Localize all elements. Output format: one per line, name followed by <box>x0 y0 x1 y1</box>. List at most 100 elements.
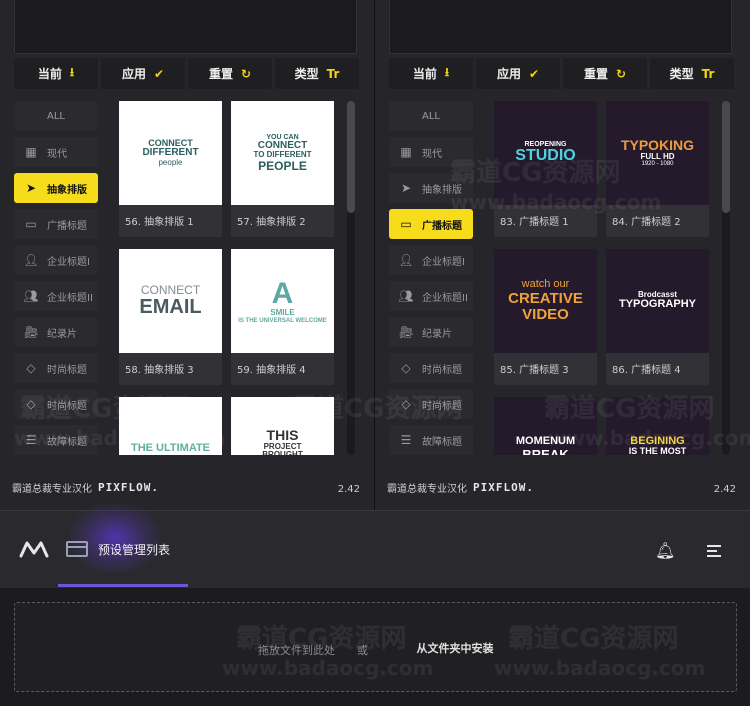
preset-thumbnail: THISPROJECTBROUGHTTO YOU <box>231 397 334 455</box>
text-type-button[interactable]: 类型 Tr <box>275 58 359 89</box>
category-item[interactable]: 👤︎ 企业标题I <box>389 245 473 275</box>
toolbar-button-label: 重置 <box>208 67 233 81</box>
category-item[interactable]: ◇ 时尚标题 <box>389 389 473 419</box>
category-item[interactable]: ◇ 时尚标题 <box>14 389 98 419</box>
check-button[interactable]: 应用 ✔ <box>476 58 560 89</box>
category-label: 抽象排版 <box>47 184 87 196</box>
download-icon: ⭳ <box>444 65 450 79</box>
check-icon: ✔ <box>528 66 540 81</box>
category-item[interactable]: ➤ 抽象排版 <box>14 173 98 203</box>
download-button[interactable]: 当前 ⭳ <box>14 58 98 89</box>
tab-underline <box>58 584 188 587</box>
preset-thumbnail: CONNECT DIFFERENT people <box>119 101 222 205</box>
thumbnail-text: THIS <box>266 427 299 444</box>
preview-area <box>14 0 357 54</box>
check-button[interactable]: 应用 ✔ <box>101 58 185 89</box>
toolbar-button-label: 应用 <box>121 67 146 81</box>
preset-card[interactable]: TYPOKING FULL HD 1920 - 1080 84. 广播标题 2 <box>606 101 709 237</box>
diamond-icon: ◇ <box>401 361 411 375</box>
install-from-folder-button[interactable]: 从文件夹中安装 <box>385 629 525 667</box>
preset-card-label: 83. 广播标题 1 <box>500 217 569 228</box>
thumbnail-text: BROUGHT <box>262 450 303 455</box>
preset-card[interactable]: watch our CREATIVE VIDEO 85. 广播标题 3 <box>494 249 597 385</box>
download-button[interactable]: 当前 ⭳ <box>389 58 473 89</box>
menu-icon[interactable] <box>707 545 721 557</box>
preset-card[interactable]: REOPENING STUDIO 83. 广播标题 1 <box>494 101 597 237</box>
category-item[interactable]: ALL <box>14 101 98 131</box>
panel-footer: 霸道总裁专业汉化 PIXFLOW. <box>12 480 159 495</box>
preset-card[interactable]: CONNECT EMAIL 58. 抽象排版 3 <box>119 249 222 385</box>
preset-thumbnail: TYPOKING FULL HD 1920 - 1080 <box>606 101 709 205</box>
preset-card[interactable]: BEGININGIS THE MOSTIMPORTANT PART OF THE <box>606 397 709 455</box>
bell-icon[interactable]: 🔔︎ <box>655 541 675 560</box>
drop-zone[interactable]: 拖放文件到此处 或 从文件夹中安装 <box>14 602 737 692</box>
camera-icon: 🎥︎ <box>398 325 414 339</box>
category-item[interactable]: ☰ 故障标题 <box>14 425 98 455</box>
preset-card[interactable]: YOU CAN CONNECT TO DIFFERENT PEOPLE 57. 抽象排版… <box>231 101 334 237</box>
category-label: 企业标题II <box>47 292 93 304</box>
preset-thumbnail: BEGININGIS THE MOSTIMPORTANT PART OF THE <box>606 397 709 455</box>
preset-card[interactable]: MOMENUM BREAK <box>494 397 597 455</box>
category-label: 纪录片 <box>47 328 77 340</box>
category-item[interactable]: 🎥︎ 纪录片 <box>14 317 98 347</box>
credit-text: 霸道总裁专业汉化 <box>387 484 467 495</box>
toolbar: 当前 ⭳ 应用 ✔ 重置 ↻ 类型 Tr <box>389 58 750 89</box>
version-label: 2.42 <box>337 484 360 495</box>
preset-card[interactable]: THISPROJECTBROUGHTTO YOU <box>231 397 334 455</box>
category-label: 现代 <box>47 148 67 160</box>
thumbnail-text: THE ULTIMATE <box>130 442 211 455</box>
pixflow-logo: PIXFLOW. <box>98 481 159 494</box>
thumbnail-text: BREAK <box>522 446 569 455</box>
preview-area <box>389 0 732 54</box>
panel-footer: 霸道总裁专业汉化 PIXFLOW. <box>387 480 534 495</box>
text-type-icon: Tr <box>326 66 340 81</box>
category-item[interactable]: 🎥︎ 纪录片 <box>389 317 473 347</box>
glitch-icon: ☰ <box>25 433 37 447</box>
category-item[interactable]: 👤︎ 企业标题I <box>14 245 98 275</box>
modern-icon: ▦ <box>25 145 37 159</box>
card-icon <box>66 541 88 557</box>
category-label: ALL <box>422 110 440 122</box>
text-type-button[interactable]: 类型 Tr <box>650 58 734 89</box>
grid-scrollbar[interactable] <box>722 101 730 455</box>
category-item[interactable]: ALL <box>389 101 473 131</box>
category-item[interactable]: ▭ 广播标题 <box>14 209 98 239</box>
bottom-bar: 预设管理列表 🔔︎ <box>0 503 750 588</box>
category-item[interactable]: ➤ 抽象排版 <box>389 173 473 203</box>
category-item[interactable]: ▭ 广播标题 <box>389 209 473 239</box>
category-item[interactable]: 👥︎ 企业标题II <box>389 281 473 311</box>
category-label: 抽象排版 <box>422 184 462 196</box>
category-item[interactable]: ◇ 时尚标题 <box>389 353 473 383</box>
category-label: 时尚标题 <box>422 400 462 412</box>
tv-icon: ▭ <box>400 217 412 231</box>
category-item[interactable]: ☰ 故障标题 <box>389 425 473 455</box>
refresh-button[interactable]: 重置 ↻ <box>563 58 647 89</box>
drop-zone-text: 拖放文件到此处 <box>258 644 335 657</box>
preset-panel: 当前 ⭳ 应用 ✔ 重置 ↻ 类型 Tr ALL ▦ 现代 ➤ 抽象排版 ▭ 广播标题 👤︎ 企业标题I 👥︎ 企业… <box>375 0 750 510</box>
grid-scrollbar[interactable] <box>347 101 355 455</box>
tab-preset-manager[interactable]: 预设管理列表 <box>58 503 188 587</box>
refresh-icon: ↻ <box>240 66 252 81</box>
scrollbar-thumb[interactable] <box>722 101 730 213</box>
category-label: 广播标题 <box>422 220 462 232</box>
category-item[interactable]: ◇ 时尚标题 <box>14 353 98 383</box>
preset-card[interactable]: Brodcasst TYPOGRAPHY 86. 广播标题 4 <box>606 249 709 385</box>
users-icon: 👥︎ <box>23 289 39 303</box>
category-item[interactable]: 👥︎ 企业标题II <box>14 281 98 311</box>
refresh-button[interactable]: 重置 ↻ <box>188 58 272 89</box>
preset-card[interactable]: A SMILE IS THE UNIVERSAL WELCOME 59. 抽象排版 4 <box>231 249 334 385</box>
category-item[interactable]: ▦ 现代 <box>389 137 473 167</box>
thumbnail-text: A <box>271 276 294 310</box>
text-type-icon: Tr <box>701 66 715 81</box>
scrollbar-thumb[interactable] <box>347 101 355 213</box>
preset-thumbnail: THE ULTIMATE <box>119 397 222 455</box>
version-label: 2.42 <box>713 484 736 495</box>
preset-card[interactable]: THE ULTIMATE <box>119 397 222 455</box>
thumbnail-text: SMILE <box>270 308 295 318</box>
app-logo-icon[interactable] <box>18 539 50 559</box>
category-item[interactable]: ▦ 现代 <box>14 137 98 167</box>
preset-card[interactable]: CONNECT DIFFERENT people 56. 抽象排版 1 <box>119 101 222 237</box>
toolbar-button-label: 当前 <box>37 67 62 81</box>
category-label: 故障标题 <box>47 436 87 448</box>
category-label: 时尚标题 <box>47 400 87 412</box>
